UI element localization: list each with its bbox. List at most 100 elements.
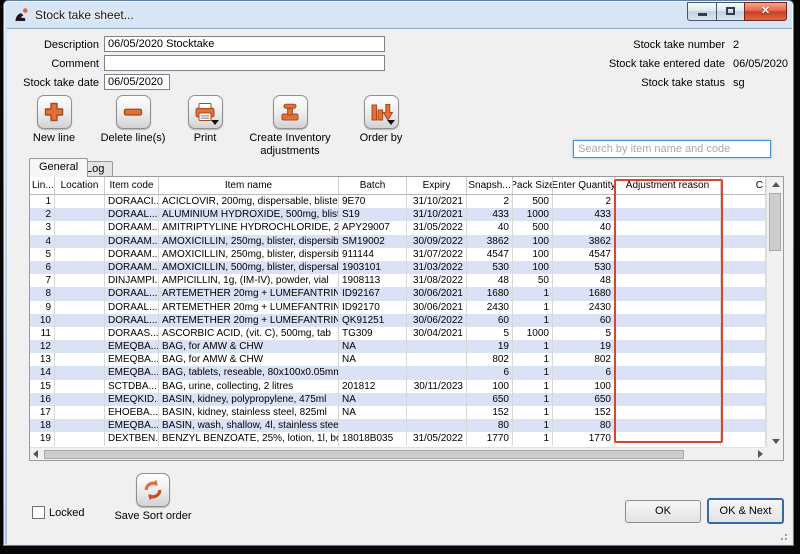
table-cell[interactable] — [55, 366, 105, 379]
table-cell[interactable] — [55, 353, 105, 366]
table-cell[interactable]: 19 — [30, 432, 55, 445]
column-header[interactable]: Item code — [105, 177, 159, 194]
column-header[interactable]: Batch — [339, 177, 407, 194]
table-cell[interactable] — [407, 366, 467, 379]
table-cell[interactable]: 19 — [467, 340, 513, 353]
table-cell[interactable]: 31/10/2021 — [407, 195, 467, 208]
table-row[interactable]: 13EMEQBA...BAG, for AMW & CHWNA8021802 — [30, 353, 766, 366]
table-cell[interactable] — [55, 274, 105, 287]
table-row[interactable]: 17EHOEBA...BASIN, kidney, stainless stee… — [30, 406, 766, 419]
table-cell[interactable]: DORAACI... — [105, 195, 159, 208]
table-cell[interactable]: 12 — [30, 340, 55, 353]
column-header[interactable]: Location — [55, 177, 105, 194]
table-cell[interactable]: 30/04/2021 — [407, 327, 467, 340]
table-cell[interactable]: 433 — [467, 208, 513, 221]
table-cell[interactable]: 4547 — [467, 248, 513, 261]
table-cell[interactable]: 10 — [30, 314, 55, 327]
table-cell[interactable]: 6 — [30, 261, 55, 274]
table-cell[interactable]: 48 — [467, 274, 513, 287]
table-cell[interactable]: 16 — [30, 393, 55, 406]
table-cell[interactable]: 6 — [467, 366, 513, 379]
table-cell[interactable]: 911144 — [339, 248, 407, 261]
table-cell[interactable]: 1000 — [513, 327, 553, 340]
column-header[interactable]: Item name — [159, 177, 339, 194]
table-cell[interactable]: 9 — [30, 301, 55, 314]
table-row[interactable]: 1 DORAACI...ACICLOVIR, 200mg, dispersable… — [30, 195, 766, 208]
table-cell[interactable] — [615, 287, 721, 300]
table-cell[interactable] — [615, 301, 721, 314]
table-cell[interactable] — [55, 314, 105, 327]
table-cell[interactable]: 2430 — [467, 301, 513, 314]
table-cell[interactable]: DORAAL... — [105, 314, 159, 327]
scroll-right-icon[interactable] — [758, 450, 763, 458]
table-cell[interactable]: 30/11/2023 — [407, 380, 467, 393]
table-cell[interactable] — [721, 248, 766, 261]
table-cell[interactable]: 15 — [30, 380, 55, 393]
table-cell[interactable]: 4 — [30, 235, 55, 248]
table-cell[interactable]: 500 — [513, 221, 553, 234]
table-cell[interactable]: EMEQBA... — [105, 340, 159, 353]
scroll-down-icon[interactable] — [772, 439, 780, 444]
table-cell[interactable]: EMEQBA... — [105, 419, 159, 432]
table-cell[interactable]: 48 — [553, 274, 615, 287]
table-cell[interactable]: 1 — [513, 314, 553, 327]
table-row[interactable]: 19DEXTBEN...BENZYL BENZOATE, 25%, lotion… — [30, 432, 766, 445]
table-cell[interactable]: 1 — [513, 419, 553, 432]
table-cell[interactable] — [721, 274, 766, 287]
table-cell[interactable]: 19 — [553, 340, 615, 353]
create-inventory-adjustments-button[interactable]: Create Inventory adjustments — [237, 95, 343, 158]
table-cell[interactable]: 1 — [513, 393, 553, 406]
table-row[interactable]: 15SCTDBA...BAG, urine, collecting, 2 lit… — [30, 380, 766, 393]
table-cell[interactable]: ASCORBIC ACID, (vit. C), 500mg, tab — [159, 327, 339, 340]
table-cell[interactable] — [55, 221, 105, 234]
table-row[interactable]: 18EMEQBA...BASIN, wash, shallow, 4l, sta… — [30, 419, 766, 432]
table-cell[interactable]: 5 — [553, 327, 615, 340]
table-cell[interactable] — [615, 208, 721, 221]
table-cell[interactable] — [615, 380, 721, 393]
table-cell[interactable] — [55, 208, 105, 221]
table-cell[interactable] — [615, 314, 721, 327]
table-cell[interactable]: 2 — [553, 195, 615, 208]
table-cell[interactable]: 40 — [467, 221, 513, 234]
column-header[interactable]: Enter Quantity — [553, 177, 615, 194]
table-cell[interactable]: BAG, tablets, reseable, 80x100x0.05mm — [159, 366, 339, 379]
horizontal-scrollbar[interactable] — [30, 447, 766, 460]
table-row[interactable]: 10DORAAL...ARTEMETHER 20mg + LUMEFANTRIN… — [30, 314, 766, 327]
table-cell[interactable]: 31/05/2022 — [407, 432, 467, 445]
table-cell[interactable] — [55, 432, 105, 445]
table-cell[interactable]: 2 — [467, 195, 513, 208]
vertical-scroll-thumb[interactable] — [769, 193, 781, 251]
table-cell[interactable]: SM19002 — [339, 235, 407, 248]
table-cell[interactable]: ID92167 — [339, 287, 407, 300]
table-cell[interactable] — [615, 235, 721, 248]
comment-input[interactable] — [104, 55, 385, 71]
table-cell[interactable] — [407, 340, 467, 353]
titlebar[interactable]: Stock take sheet... ✕ — [4, 1, 793, 28]
table-cell[interactable]: 2430 — [553, 301, 615, 314]
table-cell[interactable] — [55, 248, 105, 261]
table-cell[interactable]: 201812 — [339, 380, 407, 393]
table-cell[interactable]: 500 — [513, 195, 553, 208]
table-cell[interactable]: 100 — [467, 380, 513, 393]
table-cell[interactable] — [721, 419, 766, 432]
scroll-up-icon[interactable] — [772, 182, 780, 187]
table-cell[interactable]: 1 — [30, 195, 55, 208]
table-cell[interactable]: 30/06/2022 — [407, 314, 467, 327]
table-cell[interactable]: TG309 — [339, 327, 407, 340]
table-cell[interactable]: ACICLOVIR, 200mg, dispersable, blister, … — [159, 195, 339, 208]
table-cell[interactable]: S19 — [339, 208, 407, 221]
table-cell[interactable]: EMEQKID... — [105, 393, 159, 406]
table-cell[interactable] — [55, 327, 105, 340]
table-cell[interactable]: BAG, urine, collecting, 2 litres — [159, 380, 339, 393]
table-cell[interactable]: 80 — [467, 419, 513, 432]
table-cell[interactable]: AMPICILLIN, 1g, (IM-IV), powder, vial — [159, 274, 339, 287]
table-cell[interactable] — [55, 419, 105, 432]
table-cell[interactable]: 1680 — [467, 287, 513, 300]
table-cell[interactable]: BASIN, kidney, polypropylene, 475ml — [159, 393, 339, 406]
table-cell[interactable]: 152 — [553, 406, 615, 419]
print-button[interactable]: Print — [179, 95, 231, 145]
column-header[interactable]: Snapsh... — [467, 177, 513, 194]
table-cell[interactable]: 31/08/2022 — [407, 274, 467, 287]
new-line-button[interactable]: New line — [21, 95, 87, 145]
ok-next-button[interactable]: OK & Next — [707, 498, 784, 524]
